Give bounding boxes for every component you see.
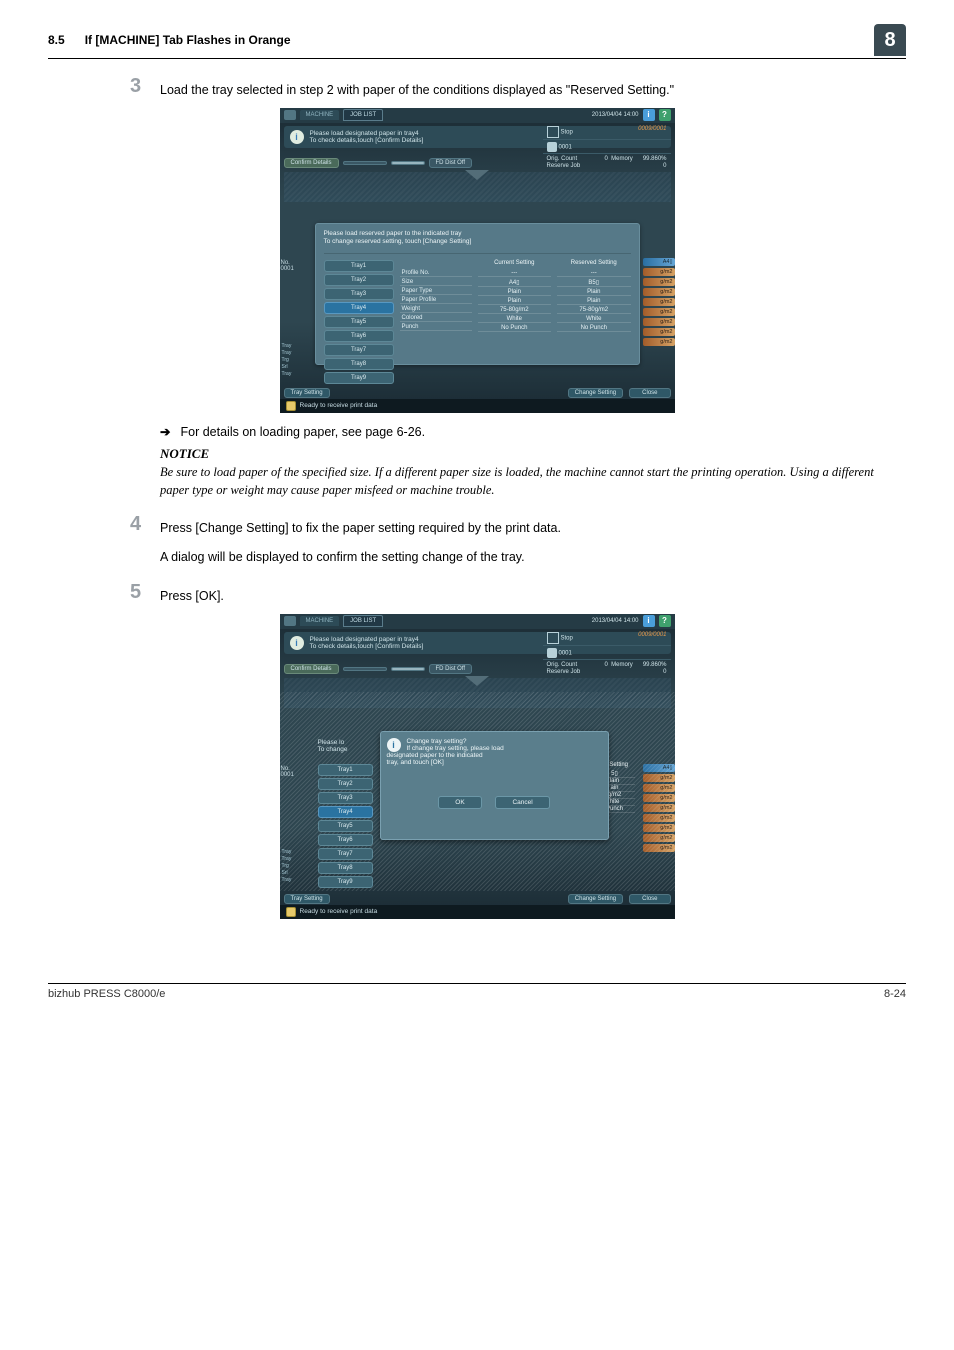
tab-machine[interactable]: MACHINE	[300, 110, 340, 120]
job-no: No. 0001	[281, 260, 294, 272]
panel-instruction-2: To change reserved setting, touch [Chang…	[324, 238, 631, 246]
step-4-text: Press [Change Setting] to fix the paper …	[160, 521, 561, 535]
change-setting-button[interactable]: Change Setting	[568, 388, 623, 398]
page-number: 8-24	[884, 988, 906, 1000]
tray-dialog: Please load reserved paper to the indica…	[315, 223, 640, 365]
help-icon[interactable]: ?	[659, 615, 671, 627]
tab-machine[interactable]: MACHINE	[300, 616, 340, 626]
datetime: 2013/04/04 14:00	[592, 618, 639, 624]
left-mini-labels: Tray Tray Trg Srl Tray	[282, 342, 312, 377]
modal-line-2: If change tray setting, please load	[387, 745, 602, 752]
tray-list: Tray1 Tray2 Tray3 Tray4 Tray5 Tray6 Tray…	[324, 260, 394, 384]
fd-dist-button[interactable]: FD Dist Off	[429, 664, 473, 674]
screenshot-1: MACHINE JOB LIST 2013/04/04 14:00 i ? i …	[280, 108, 675, 413]
panel-instruction-1: Please load reserved paper to the indica…	[324, 230, 631, 238]
step-4-number: 4	[48, 513, 160, 536]
close-button[interactable]: Close	[629, 894, 670, 904]
msg-line-1: Please load designated paper in tray4	[310, 636, 424, 643]
step-3-text: Load the tray selected in step 2 with pa…	[160, 75, 906, 100]
step-5-text: Press [OK].	[160, 581, 906, 606]
step-4-sub: A dialog will be displayed to confirm th…	[160, 548, 898, 567]
modal-line-4: tray, and touch [OK]	[387, 759, 602, 766]
section-num: 8.5	[48, 33, 65, 47]
col-reserved: Reserved Setting	[557, 260, 631, 266]
confirm-details-button[interactable]: Confirm Details	[284, 158, 339, 168]
help-icon[interactable]: ?	[659, 109, 671, 121]
tray-button[interactable]: Tray9	[324, 372, 394, 384]
datetime: 2013/04/04 14:00	[592, 112, 639, 118]
change-setting-button[interactable]: Change Setting	[568, 894, 623, 904]
product-name: bizhub PRESS C8000/e	[48, 988, 165, 1000]
tab-joblist[interactable]: JOB LIST	[343, 109, 383, 121]
tray-button[interactable]: Tray3	[324, 288, 394, 300]
step-3-number: 3	[48, 75, 160, 98]
screenshot-2: MACHINE JOB LIST 2013/04/04 14:00 i ? i …	[280, 614, 675, 919]
info-circle-icon: i	[387, 738, 401, 752]
footer-status: Ready to receive print data	[300, 402, 378, 409]
indicator-arrow-icon	[465, 170, 489, 180]
confirm-details-button[interactable]: Confirm Details	[284, 664, 339, 674]
msg-line-2: To check details,touch [Confirm Details]	[310, 137, 424, 144]
status-panel: Stop0009/0001 0001 Orig. Count0 Memory 9…	[543, 632, 671, 676]
close-button[interactable]: Close	[629, 388, 670, 398]
modal-line-1: Change tray setting?	[387, 738, 602, 745]
lock-icon	[286, 401, 296, 411]
left-mini-labels: Tray Tray Trg Srl Tray	[282, 848, 312, 883]
notice-body: Be sure to load paper of the specified s…	[160, 463, 898, 499]
ok-button[interactable]: OK	[438, 796, 481, 809]
fd-dist-button[interactable]: FD Dist Off	[429, 158, 473, 168]
tray-button[interactable]: Tray6	[324, 330, 394, 342]
details-text: For details on loading paper, see page 6…	[180, 423, 425, 442]
tray-setting-button[interactable]: Tray Setting	[284, 894, 330, 904]
chapter-number: 8	[874, 24, 906, 56]
tab-joblist[interactable]: JOB LIST	[343, 615, 383, 627]
user-icon	[284, 616, 296, 626]
tray-button[interactable]: Tray1	[324, 260, 394, 272]
info-icon[interactable]: i	[643, 109, 655, 121]
step-5-number: 5	[48, 581, 160, 604]
msg-line-1: Please load designated paper in tray4	[310, 130, 424, 137]
indicator-arrow-icon	[465, 676, 489, 686]
info-circle-icon: i	[290, 636, 304, 650]
tray-level-indicators: A4▯ g/m2 g/m2 g/m2 g/m2 g/m2 g/m2 g/m2 g…	[643, 258, 675, 348]
notice-label: NOTICE	[160, 444, 898, 464]
info-icon[interactable]: i	[643, 615, 655, 627]
tray-button[interactable]: Tray8	[324, 358, 394, 370]
cancel-button[interactable]: Cancel	[495, 796, 549, 809]
info-circle-icon: i	[290, 130, 304, 144]
tray-button[interactable]: Tray7	[324, 344, 394, 356]
tray-button-selected[interactable]: Tray4	[324, 302, 394, 314]
footer-status: Ready to receive print data	[300, 908, 378, 915]
status-panel: Stop0009/0001 0001 Orig. Count0 Memory 9…	[543, 126, 671, 170]
arrow-icon: ➔	[160, 423, 170, 442]
tray-button[interactable]: Tray5	[324, 316, 394, 328]
section-title: If [MACHINE] Tab Flashes in Orange	[85, 33, 291, 47]
lock-icon	[286, 907, 296, 917]
tray-button[interactable]: Tray2	[324, 274, 394, 286]
details-crossref: ➔ For details on loading paper, see page…	[160, 423, 898, 442]
header-rule	[48, 58, 906, 59]
confirm-modal: i Change tray setting? If change tray se…	[380, 731, 609, 840]
page-footer: bizhub PRESS C8000/e 8-24	[48, 983, 906, 1000]
msg-line-2: To check details,touch [Confirm Details]	[310, 643, 424, 650]
tray-setting-button[interactable]: Tray Setting	[284, 388, 330, 398]
modal-line-3: designated paper to the indicated	[387, 752, 602, 759]
user-icon	[284, 110, 296, 120]
section-heading: 8.5 If [MACHINE] Tab Flashes in Orange	[48, 33, 291, 47]
col-current: Current Setting	[478, 260, 552, 266]
